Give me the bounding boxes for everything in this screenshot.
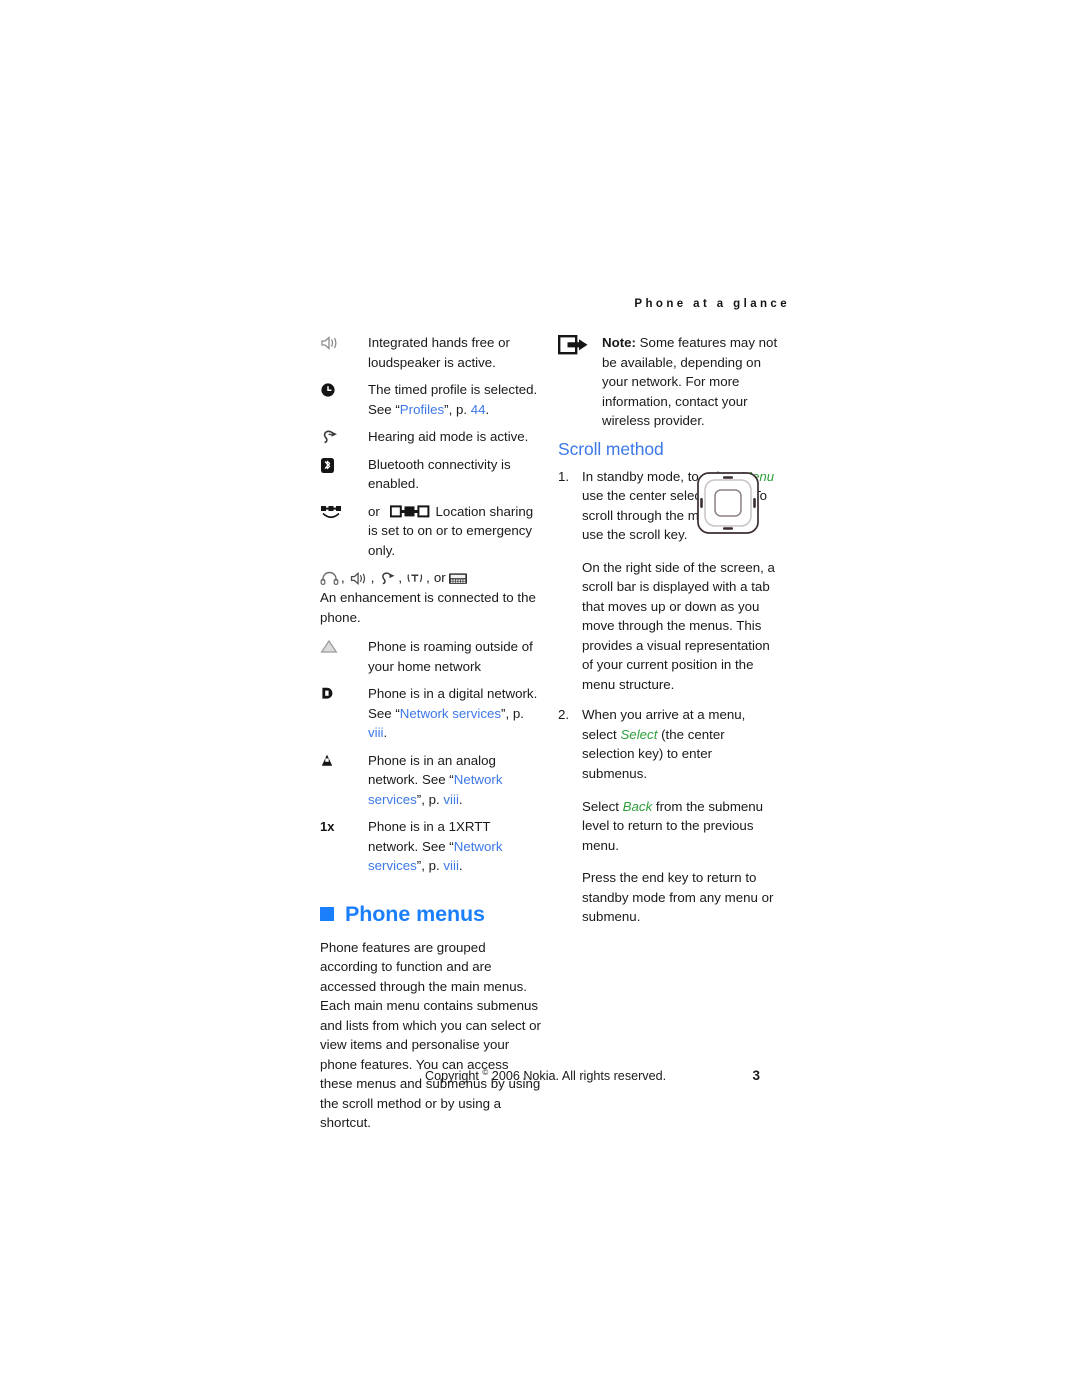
- back-text-part1: Select: [582, 798, 623, 814]
- link-page-viii[interactable]: viii: [368, 725, 384, 740]
- scroll-key-illustration: [694, 469, 762, 537]
- scroll-method-heading: Scroll method: [558, 438, 664, 459]
- copyright-notice: Copyright © 2006 Nokia. All rights reser…: [425, 1068, 666, 1083]
- text-mid: ”, p.: [416, 858, 444, 873]
- or-label: or: [433, 570, 446, 585]
- text-after: .: [458, 858, 463, 873]
- text-mid: ”, p.: [444, 401, 471, 417]
- status-item: or Location sharing is set to on or to e…: [320, 502, 542, 561]
- left-column: Integrated hands free or loudspeaker is …: [320, 333, 542, 1144]
- network-item-label: Phone is in a digital network. See “Netw…: [368, 684, 542, 743]
- enhancement-description: An enhancement is connected to the phone…: [320, 590, 536, 625]
- headset-icon: [320, 571, 339, 586]
- icon-separator: ,: [426, 570, 430, 585]
- scroll-method-step-2: 2. When you arrive at a menu, select Sel…: [558, 705, 780, 783]
- phone-menus-heading: Phone menus: [320, 902, 542, 927]
- svg-text:1x: 1x: [320, 819, 335, 834]
- two-column-body: Integrated hands free or loudspeaker is …: [320, 333, 780, 1130]
- status-item: Bluetooth connectivity is enabled.: [320, 455, 542, 494]
- link-profiles[interactable]: Profiles: [400, 402, 444, 417]
- enhancement-icon-row: , , , , or: [320, 568, 542, 588]
- network-item-label: Phone is in a 1XRTT network. See “Networ…: [368, 817, 542, 876]
- bluetooth-icon: [320, 455, 368, 474]
- link-network-services[interactable]: Network services: [400, 706, 501, 721]
- network-item: 1x Phone is in a 1XRTT network. See “Net…: [320, 817, 542, 876]
- icon-separator: ,: [398, 570, 403, 585]
- document-page: Phone at a glance Integrated hands free …: [0, 0, 1080, 1397]
- step-number: 2.: [558, 707, 570, 723]
- location-sharing-emergency-icon: [389, 504, 430, 518]
- copyright-after: 2006 Nokia. All rights reserved.: [488, 1069, 667, 1084]
- network-item-label: Phone is in an analog network. See “Netw…: [368, 751, 542, 810]
- step-text: When you arrive at a menu, select Select…: [582, 705, 780, 783]
- location-sharing-icon: [320, 502, 368, 522]
- page-number: 3: [752, 1068, 760, 1083]
- ui-label-back: Back: [622, 798, 653, 814]
- scrollbar-paragraph: On the right side of the screen, a scrol…: [582, 559, 775, 692]
- network-item: Phone is in an analog network. See “Netw…: [320, 751, 542, 810]
- note-text: Note: Some features may not be available…: [602, 333, 780, 431]
- text-after: .: [458, 791, 463, 807]
- status-item-label: Bluetooth connectivity is enabled.: [368, 456, 511, 492]
- text-after: .: [383, 725, 388, 740]
- status-item-label: The timed profile is selected. See “Prof…: [368, 380, 542, 419]
- status-item: The timed profile is selected. See “Prof…: [320, 380, 542, 419]
- network-item-label: Phone is roaming outside of your home ne…: [368, 639, 533, 674]
- status-item-label: Integrated hands free or loudspeaker is …: [368, 335, 510, 370]
- network-item: Phone is roaming outside of your home ne…: [320, 637, 542, 676]
- text-mid: ”, p.: [501, 705, 524, 721]
- loudspeaker-icon: [320, 333, 368, 351]
- note-arrow-icon: [558, 333, 602, 357]
- heading-square-bullet-icon: [320, 907, 334, 921]
- status-item-label: Hearing aid mode is active.: [368, 429, 529, 444]
- roaming-triangle-icon: [320, 637, 368, 654]
- hearing-aid-icon: [378, 571, 396, 586]
- endkey-paragraph: Press the end key to return to standby m…: [582, 870, 774, 925]
- copyright-before: Copyright: [425, 1069, 483, 1084]
- digital-network-d-icon: [320, 684, 368, 701]
- hearing-aid-icon: [320, 427, 368, 445]
- status-item-label: or Location sharing is set to on or to e…: [368, 502, 542, 561]
- note-label: Note:: [602, 335, 636, 350]
- analog-network-a-icon: [320, 751, 368, 768]
- link-page-44[interactable]: 44: [471, 402, 486, 417]
- timed-profile-clock-icon: [320, 380, 368, 398]
- icon-separator: ,: [341, 570, 345, 585]
- note-block: Note: Some features may not be available…: [558, 333, 780, 431]
- page-title: Phone menus: [345, 901, 485, 926]
- icon-separator: ,: [370, 570, 375, 585]
- or-label: or: [368, 503, 380, 519]
- link-page-viii[interactable]: viii: [443, 858, 459, 873]
- car-kit-icon: [448, 571, 468, 586]
- right-column: Note: Some features may not be available…: [558, 333, 780, 938]
- status-item: Integrated hands free or loudspeaker is …: [320, 333, 542, 372]
- link-page-viii[interactable]: viii: [443, 792, 459, 807]
- tty-icon: [406, 571, 424, 586]
- ui-label-select: Select: [620, 726, 658, 742]
- network-item: Phone is in a digital network. See “Netw…: [320, 684, 542, 743]
- running-header: Phone at a glance: [634, 298, 790, 310]
- phone-menus-paragraph: Phone features are grouped according to …: [320, 939, 541, 1131]
- back-paragraph: Select Back from the submenu level to re…: [582, 797, 780, 856]
- step-number: 1.: [558, 468, 570, 484]
- onexrtt-network-icon: 1x: [320, 817, 368, 834]
- text-after: .: [485, 401, 490, 417]
- loudspeaker-icon: [349, 571, 369, 586]
- text-mid: ”, p.: [416, 791, 444, 807]
- status-item: Hearing aid mode is active.: [320, 427, 542, 447]
